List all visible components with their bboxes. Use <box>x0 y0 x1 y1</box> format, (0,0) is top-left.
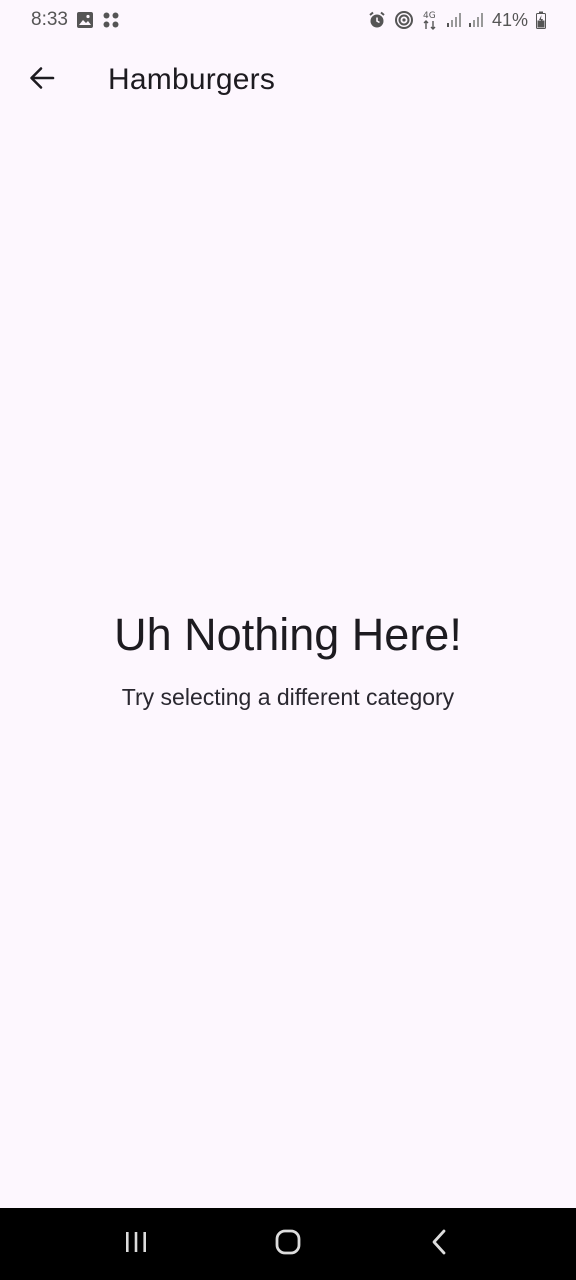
app-bar: Hamburgers <box>0 40 576 120</box>
signal-icon <box>446 12 462 28</box>
status-left: 8:33 <box>31 9 120 31</box>
recent-apps-icon <box>123 1230 149 1259</box>
page-title: Hamburgers <box>108 63 276 96</box>
network-4g-icon: 4G <box>422 10 438 30</box>
home-button[interactable] <box>258 1214 318 1274</box>
battery-percent: 41% <box>491 9 528 30</box>
empty-state: Uh Nothing Here! Try selecting a differe… <box>0 600 576 714</box>
back-button[interactable] <box>14 52 70 108</box>
back-nav-button[interactable] <box>410 1214 470 1274</box>
status-time: 8:33 <box>31 9 68 30</box>
battery-icon <box>536 11 546 29</box>
empty-state-subtitle: Try selecting a different category <box>121 684 455 710</box>
signal-icon <box>468 12 484 28</box>
hotspot-icon <box>394 11 414 29</box>
status-right: 4G 41% <box>368 10 546 31</box>
signal-group <box>446 12 484 28</box>
empty-state-title: Uh Nothing Here! <box>114 609 462 660</box>
recent-apps-button[interactable] <box>106 1214 166 1274</box>
svg-text:4G: 4G <box>423 11 436 21</box>
back-nav-icon <box>429 1228 451 1261</box>
home-icon <box>274 1228 302 1261</box>
image-icon <box>76 11 94 29</box>
system-nav-bar <box>0 1208 576 1280</box>
alarm-icon <box>368 11 386 29</box>
dots-grid-icon <box>102 11 120 29</box>
arrow-left-icon <box>28 64 56 97</box>
status-bar: 8:33 4G 41% <box>0 0 576 40</box>
